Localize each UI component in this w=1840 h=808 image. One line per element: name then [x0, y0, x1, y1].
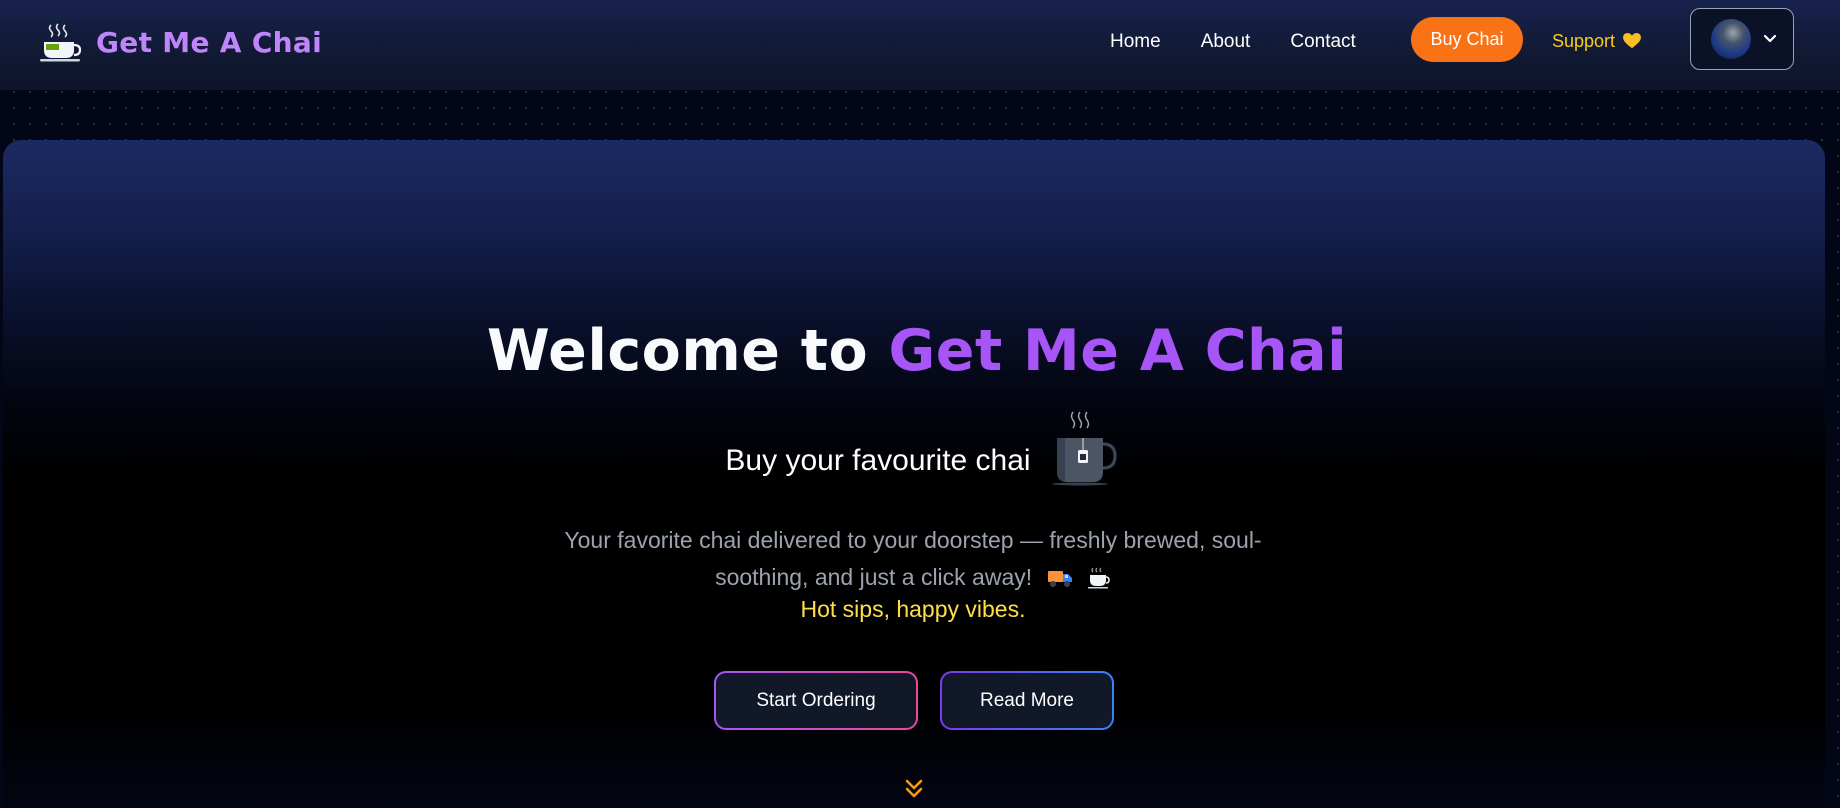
hero-tagline: Hot sips, happy vibes.: [800, 596, 1026, 622]
nav-link-contact[interactable]: Contact: [1290, 31, 1355, 53]
support-link[interactable]: Support: [1552, 28, 1641, 54]
nav-links: Home About Contact: [1110, 0, 1396, 84]
hero-title-accent: Get Me A Chai: [888, 318, 1348, 384]
read-more-button[interactable]: Read More: [940, 671, 1114, 730]
yellow-heart-icon: [1623, 33, 1641, 49]
navbar: Get Me A Chai Home About Contact Buy Cha…: [0, 0, 1840, 90]
hero-subtitle-row: Buy your favourite chai: [0, 410, 1834, 486]
hero-description: Your favorite chai delivered to your doo…: [550, 522, 1276, 596]
tea-cup-icon: [40, 23, 82, 62]
delivery-truck-icon: [1047, 571, 1072, 587]
nav-link-about[interactable]: About: [1201, 31, 1251, 53]
hero-title-prefix: Welcome to: [486, 318, 869, 384]
double-chevron-down-icon[interactable]: [904, 778, 924, 800]
tea-cup-icon: [1087, 567, 1110, 589]
support-label: Support: [1552, 30, 1616, 51]
start-ordering-button[interactable]: Start Ordering: [714, 671, 918, 730]
avatar: [1711, 19, 1751, 59]
hero-title: Welcome to Get Me A Chai: [0, 318, 1834, 384]
profile-dropdown-button[interactable]: [1690, 8, 1794, 70]
hero-description-text: Your favorite chai delivered to your doo…: [564, 527, 1262, 590]
brand-logo-link[interactable]: Get Me A Chai: [38, 20, 322, 64]
nav-link-home[interactable]: Home: [1110, 31, 1161, 53]
hero-subtitle: Buy your favourite chai: [725, 444, 1031, 477]
tea-mug-icon: [1051, 411, 1117, 486]
chevron-down-icon: [1763, 34, 1777, 43]
buy-chai-button[interactable]: Buy Chai: [1411, 17, 1523, 62]
brand-name: Get Me A Chai: [96, 25, 322, 59]
